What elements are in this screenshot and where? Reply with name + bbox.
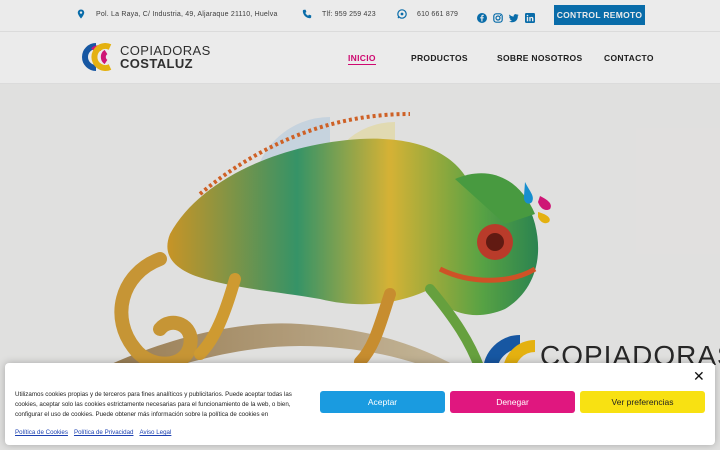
- map-pin-icon: [77, 9, 85, 19]
- site-header: COPIADORAS COSTALUZ INICIO PRODUCTOS SOB…: [0, 32, 720, 84]
- nav-inicio[interactable]: INICIO: [348, 53, 376, 65]
- whatsapp-icon: [397, 9, 407, 19]
- address-item: Pol. La Raya, C/ Industria, 49, Aljaraqu…: [76, 9, 278, 19]
- close-icon[interactable]: ✕: [693, 368, 705, 385]
- phone-icon: [302, 9, 312, 19]
- twitter-icon[interactable]: [509, 10, 519, 23]
- social-links: [477, 10, 535, 23]
- site-logo[interactable]: COPIADORAS COSTALUZ: [80, 42, 211, 72]
- whatsapp-item[interactable]: 610 661 879: [397, 9, 458, 19]
- whatsapp-text: 610 661 879: [417, 10, 459, 18]
- top-bar: Pol. La Raya, C/ Industria, 49, Aljaraqu…: [0, 0, 720, 32]
- address-text: Pol. La Raya, C/ Industria, 49, Aljaraqu…: [96, 10, 278, 18]
- cookie-message: Utilizamos cookies propias y de terceros…: [15, 391, 292, 418]
- cookie-policy-link[interactable]: Política de Cookies: [15, 429, 68, 436]
- deny-cookies-button[interactable]: Denegar: [450, 391, 575, 413]
- cookie-links: Política de Cookies Política de Privacid…: [15, 429, 171, 436]
- logo-mark-icon: [82, 43, 112, 71]
- remote-control-button[interactable]: CONTROL REMOTO: [554, 5, 645, 25]
- nav-sobre-nosotros[interactable]: SOBRE NOSOTROS: [497, 53, 582, 63]
- legal-notice-link[interactable]: Aviso Legal: [139, 429, 171, 436]
- nav-productos[interactable]: PRODUCTOS: [411, 53, 468, 63]
- logo-line2: COSTALUZ: [120, 56, 194, 71]
- facebook-icon[interactable]: [477, 10, 487, 23]
- nav-contacto[interactable]: CONTACTO: [604, 53, 654, 63]
- privacy-policy-link[interactable]: Política de Privacidad: [74, 429, 134, 436]
- phone-item[interactable]: Tlf: 959 259 423: [302, 9, 376, 19]
- cookie-banner: ✕ Utilizamos cookies propias y de tercer…: [5, 363, 715, 445]
- instagram-icon[interactable]: [493, 10, 503, 23]
- phone-text: Tlf: 959 259 423: [322, 10, 376, 18]
- linkedin-icon[interactable]: [525, 10, 535, 23]
- accept-cookies-button[interactable]: Aceptar: [320, 391, 445, 413]
- cookie-preferences-button[interactable]: Ver preferencias: [580, 391, 705, 413]
